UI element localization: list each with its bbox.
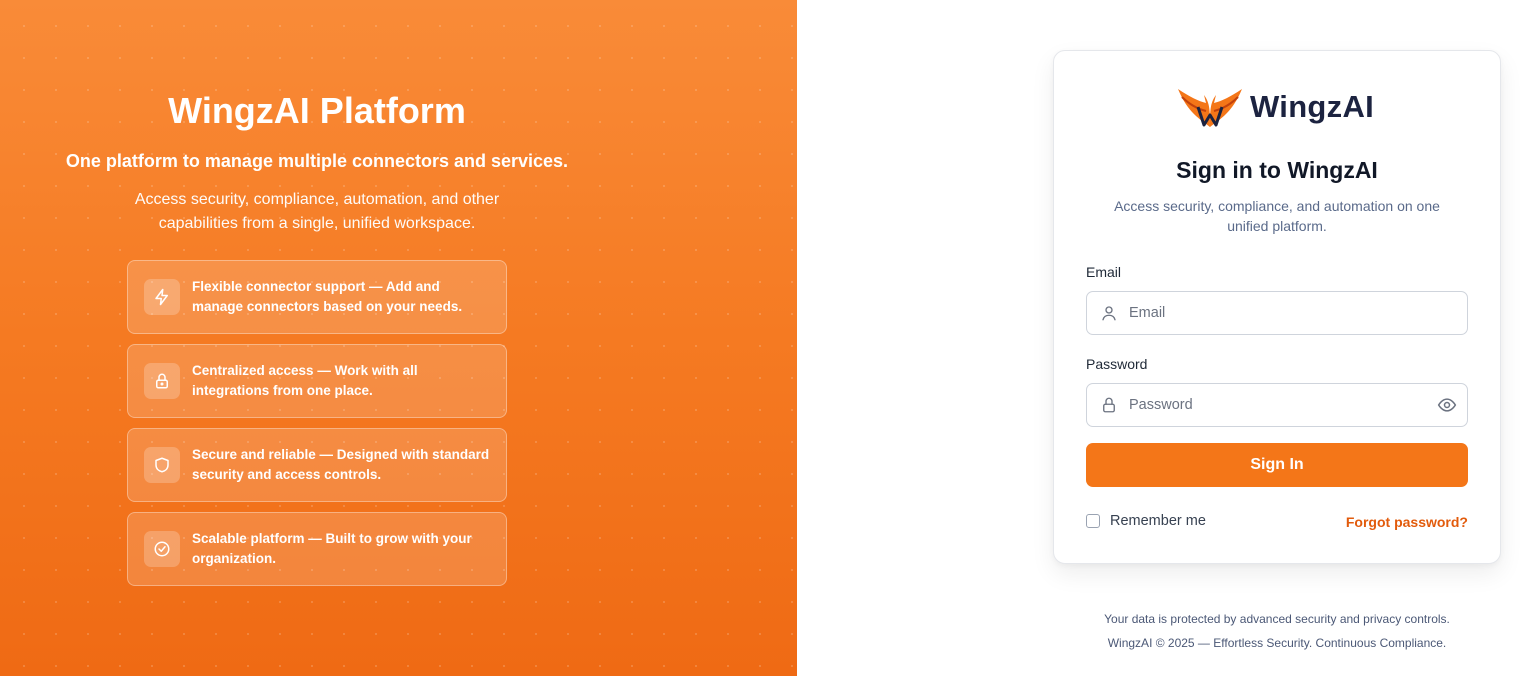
email-field[interactable] [1086,291,1468,335]
remember-me[interactable]: Remember me [1086,513,1206,529]
hero-panel: WingzAI Platform One platform to manage … [0,0,797,676]
check-circle-icon [144,531,180,567]
user-icon [1089,304,1129,322]
feature-text: Secure and reliable — Designed with stan… [192,447,490,482]
card-subtitle: Access security, compliance, and automat… [1114,198,1440,234]
eye-icon[interactable] [1427,395,1467,415]
logo-text: WingzAI [1250,89,1375,124]
lock-icon [1089,396,1129,414]
remember-checkbox[interactable] [1086,514,1100,528]
brand-logo: WingzAI [1176,83,1374,131]
lightning-icon [144,279,180,315]
password-input[interactable] [1129,397,1427,413]
feature-text: Centralized access — Work with all integ… [192,363,418,398]
forgot-password-link[interactable]: Forgot password? [1346,514,1468,530]
feature-text: Flexible connector support — Add and man… [192,279,463,314]
feature-text: Scalable platform — Built to grow with y… [192,531,472,566]
remember-label: Remember me [1110,513,1206,529]
hero-title: WingzAI Platform [168,90,466,131]
email-input[interactable] [1129,305,1467,321]
feature-list: Flexible connector support — Add and man… [127,260,507,596]
wings-logo-icon [1178,89,1242,127]
feature-card: Secure and reliable — Designed with stan… [127,428,507,502]
sign-in-card: WingzAI Sign in to WingzAI Access securi… [1053,50,1501,564]
feature-card: Scalable platform — Built to grow with y… [127,512,507,586]
security-note: Your data is protected by advanced secur… [1104,612,1450,626]
email-label: Email [1086,264,1122,280]
feature-card: Flexible connector support — Add and man… [127,260,507,334]
password-field[interactable] [1086,383,1468,427]
shield-icon [144,447,180,483]
password-label: Password [1086,356,1148,372]
feature-card: Centralized access — Work with all integ… [127,344,507,418]
lock-icon [144,363,180,399]
sign-in-button[interactable]: Sign In [1086,443,1468,487]
hero-description: Access security, compliance, automation,… [134,191,500,232]
hero-subtitle: One platform to manage multiple connecto… [65,151,569,171]
copyright: WingzAI © 2025 — Effortless Security. Co… [1107,636,1447,650]
card-title: Sign in to WingzAI [1176,157,1378,183]
